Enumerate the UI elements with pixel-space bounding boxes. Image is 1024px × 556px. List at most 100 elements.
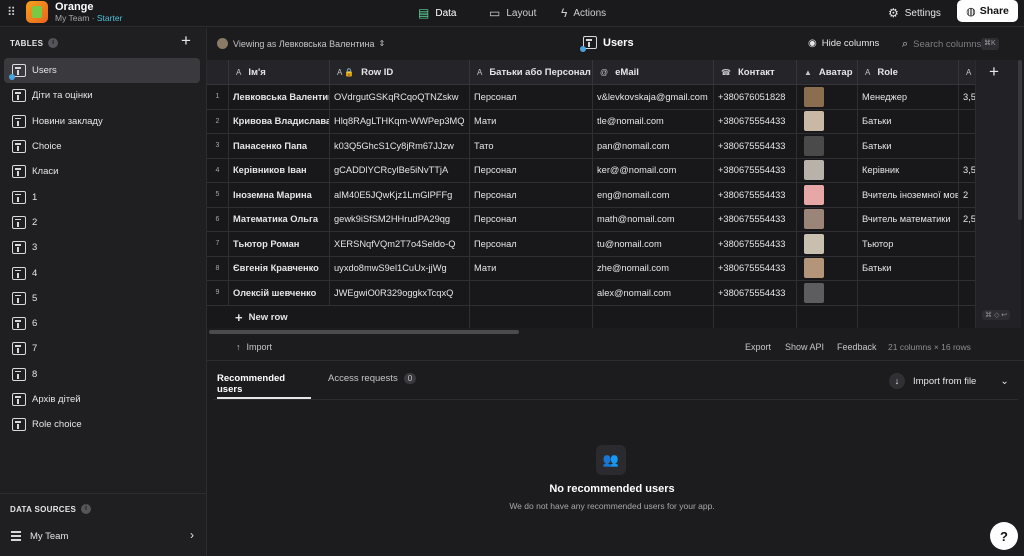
- table-cell[interactable]: alex@nomail.com: [593, 281, 714, 306]
- table-cell[interactable]: +380675554433: [714, 183, 797, 208]
- column-header[interactable]: ▲ Аватар: [797, 60, 858, 85]
- table-cell[interactable]: Персонал: [470, 183, 593, 208]
- column-header[interactable]: ☎ Контакт: [714, 60, 797, 85]
- table-cell[interactable]: tle@nomail.com: [593, 109, 714, 134]
- sidebar-item[interactable]: 2: [4, 210, 200, 235]
- sidebar-item[interactable]: 4: [4, 260, 200, 285]
- add-column-button[interactable]: +: [989, 62, 999, 82]
- avatar-cell[interactable]: [797, 207, 858, 232]
- column-header[interactable]: A 🔒 Row ID: [330, 60, 470, 85]
- table-cell[interactable]: 3,5: [959, 85, 975, 110]
- search-columns-input[interactable]: ⌕ Search columns: [902, 38, 981, 51]
- nav-actions-tab[interactable]: ϟ Actions: [561, 4, 606, 22]
- table-cell[interactable]: 2: [959, 183, 975, 208]
- table-cell[interactable]: Персонал: [470, 232, 593, 257]
- sidebar-item[interactable]: Users: [4, 58, 200, 84]
- info-icon[interactable]: i: [81, 504, 92, 514]
- table-cell[interactable]: [959, 110, 975, 134]
- table-cell[interactable]: XERSNqfVQm2T7o4Seldo-Q: [330, 232, 470, 257]
- avatar-cell[interactable]: [797, 109, 858, 134]
- info-icon[interactable]: i: [48, 38, 59, 48]
- sidebar-item[interactable]: 3: [4, 235, 200, 260]
- table-cell[interactable]: +380675554433: [714, 158, 797, 183]
- avatar-cell[interactable]: [797, 256, 858, 281]
- table-cell[interactable]: 2,5: [959, 208, 975, 232]
- table-cell[interactable]: math@nomail.com: [593, 207, 714, 232]
- table-cell[interactable]: Іноземна Марина: [229, 183, 330, 208]
- tab-recommended-users[interactable]: Recommended users: [217, 373, 311, 399]
- nav-layout-tab[interactable]: ▭ Layout: [489, 4, 536, 22]
- table-cell[interactable]: Керівников Іван: [229, 158, 330, 183]
- table-cell[interactable]: Мати: [470, 256, 593, 281]
- app-grid-icon[interactable]: ⠿: [7, 6, 19, 18]
- chevron-down-icon[interactable]: ⌄: [1000, 376, 1008, 387]
- table-cell[interactable]: Менеджер: [858, 85, 959, 110]
- sidebar-item[interactable]: Role choice: [4, 412, 200, 437]
- sidebar-item[interactable]: Choice: [4, 134, 200, 159]
- app-logo-icon[interactable]: [26, 1, 48, 23]
- table-cell[interactable]: JWEgwiO0R329oggkxTcqxQ: [330, 281, 470, 306]
- table-cell[interactable]: [470, 281, 593, 306]
- vertical-scrollbar[interactable]: [1018, 60, 1022, 220]
- column-header[interactable]: A Ім'я: [229, 60, 330, 85]
- table-cell[interactable]: Персонал: [470, 207, 593, 232]
- table-cell[interactable]: Керівник: [858, 158, 959, 183]
- show-api-link[interactable]: Show API: [785, 342, 824, 352]
- avatar-cell[interactable]: [797, 281, 858, 306]
- app-name[interactable]: Orange: [55, 1, 94, 13]
- sidebar-item[interactable]: Архів дітей: [4, 387, 200, 412]
- column-header[interactable]: @ eMail: [593, 60, 714, 85]
- table-cell[interactable]: pan@nomail.com: [593, 134, 714, 159]
- table-cell[interactable]: +380675554433: [714, 207, 797, 232]
- table-cell[interactable]: k03Q5GhcS1Cy8jRm67JJzw: [330, 134, 470, 159]
- table-cell[interactable]: [959, 232, 975, 257]
- sidebar-item[interactable]: 6: [4, 311, 200, 336]
- table-cell[interactable]: gewk9iSfSM2HHrudPA29qg: [330, 207, 470, 232]
- table-cell[interactable]: [959, 257, 975, 281]
- avatar-cell[interactable]: [797, 158, 858, 183]
- tab-access-requests[interactable]: Access requests 0: [328, 373, 417, 399]
- column-header[interactable]: A: [959, 60, 975, 85]
- sidebar-item[interactable]: 8: [4, 362, 200, 387]
- table-cell[interactable]: Батьки: [858, 134, 959, 159]
- table-cell[interactable]: Персонал: [470, 158, 593, 183]
- table-cell[interactable]: Мати: [470, 109, 593, 134]
- sidebar-item[interactable]: Класи: [4, 159, 200, 184]
- table-cell[interactable]: v&levkovskaja@gmail.com: [593, 85, 714, 110]
- avatar-cell[interactable]: [797, 232, 858, 257]
- avatar-cell[interactable]: [797, 134, 858, 159]
- add-table-button[interactable]: +: [181, 31, 191, 51]
- avatar-cell[interactable]: [797, 85, 858, 110]
- table-cell[interactable]: Hlq8RAgLTHKqm-WWPep3MQ: [330, 109, 470, 134]
- feedback-link[interactable]: Feedback: [837, 342, 877, 352]
- export-link[interactable]: Export: [745, 342, 771, 352]
- table-cell[interactable]: Математика Ольга: [229, 207, 330, 232]
- table-cell[interactable]: uyxdo8mwS9el1CuUx-jjWg: [330, 256, 470, 281]
- table-cell[interactable]: [959, 134, 975, 159]
- table-cell[interactable]: Тато: [470, 134, 593, 159]
- settings-button[interactable]: ⚙ Settings: [888, 4, 941, 22]
- table-cell[interactable]: +380675554433: [714, 134, 797, 159]
- table-cell[interactable]: [858, 281, 959, 306]
- horizontal-scrollbar[interactable]: [209, 330, 519, 334]
- table-cell[interactable]: Євгенія Кравченко: [229, 256, 330, 281]
- table-cell[interactable]: Персонал: [470, 85, 593, 110]
- table-cell[interactable]: +380675554433: [714, 232, 797, 257]
- table-cell[interactable]: +380675554433: [714, 256, 797, 281]
- table-cell[interactable]: gCADDlYCRcylBe5iNvTTjA: [330, 158, 470, 183]
- table-cell[interactable]: +380676051828: [714, 85, 797, 110]
- new-row-button[interactable]: + New row: [235, 310, 288, 325]
- viewing-as-selector[interactable]: Viewing as Левковська Валентина ⇕: [217, 38, 385, 49]
- import-from-file-button[interactable]: ↓ Import from file ⌄: [889, 373, 1009, 389]
- hide-columns-button[interactable]: ◉ Hide columns: [808, 38, 879, 49]
- sidebar-item[interactable]: Новини закладу: [4, 109, 200, 134]
- table-cell[interactable]: alM40E5JQwKjz1LmGlPFFg: [330, 183, 470, 208]
- column-header[interactable]: A Батьки або Персонал: [470, 60, 593, 85]
- import-button[interactable]: ↑ Import: [236, 342, 272, 352]
- table-cell[interactable]: Панасенко Папа: [229, 134, 330, 159]
- table-cell[interactable]: +380675554433: [714, 281, 797, 306]
- table-cell[interactable]: Батьки: [858, 256, 959, 281]
- table-cell[interactable]: +380675554433: [714, 109, 797, 134]
- table-cell[interactable]: [959, 281, 975, 306]
- sidebar-item[interactable]: 1: [4, 184, 200, 209]
